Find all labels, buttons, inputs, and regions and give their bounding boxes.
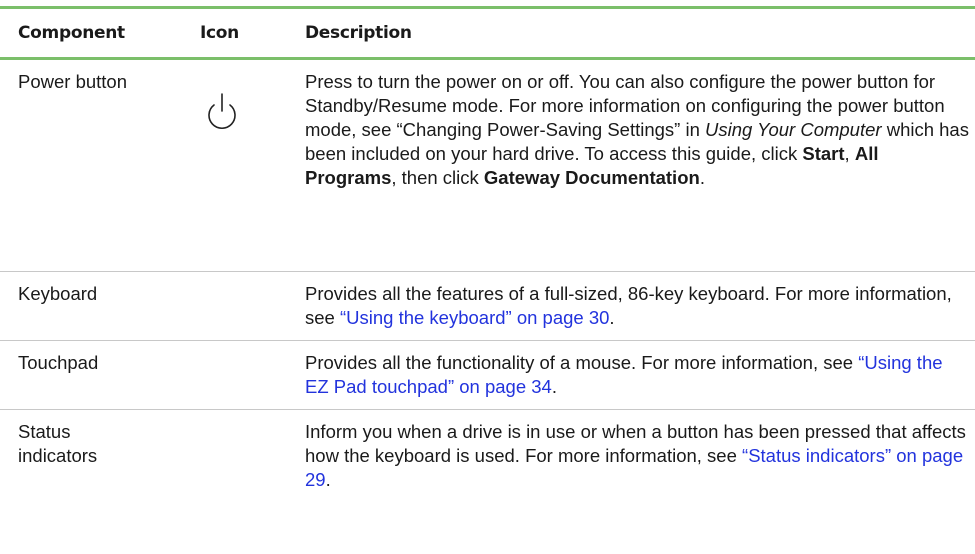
desc-text: . bbox=[699, 167, 705, 188]
desc-text: , bbox=[844, 143, 855, 164]
desc-text: . bbox=[325, 469, 331, 490]
keyboard-xref-link[interactable]: “Using the keyboard” on page 30 bbox=[340, 307, 609, 328]
component-name: Keyboard bbox=[18, 283, 98, 304]
guide-title: Using Your Computer bbox=[705, 119, 882, 140]
table-header: Component Icon Description bbox=[0, 9, 975, 60]
power-icon bbox=[200, 92, 244, 134]
start-label: Start bbox=[802, 143, 845, 164]
header-icon: Icon bbox=[200, 23, 239, 43]
desc-text: . bbox=[609, 307, 615, 328]
component-name: Status indicators bbox=[18, 421, 98, 466]
table-row-touchpad: Touchpad Provides all the functionality … bbox=[0, 341, 975, 410]
header-component: Component bbox=[18, 23, 125, 43]
header-description: Description bbox=[305, 23, 412, 43]
component-description: Provides all the features of a full-size… bbox=[305, 282, 970, 330]
component-description: Press to turn the power on or off. You c… bbox=[305, 70, 970, 190]
component-description: Inform you when a drive is in use or whe… bbox=[305, 420, 970, 492]
component-description: Provides all the functionality of a mous… bbox=[305, 351, 970, 399]
component-name: Power button bbox=[18, 71, 128, 92]
component-name: Touchpad bbox=[18, 352, 99, 373]
table-row-status-indicators: Status indicators Inform you when a driv… bbox=[0, 410, 975, 502]
desc-text: . bbox=[551, 376, 557, 397]
table-row-power-button: Power button Press to turn the power on … bbox=[0, 60, 975, 272]
gateway-documentation-label: Gateway Documentation bbox=[483, 167, 700, 188]
desc-text: , then click bbox=[391, 167, 484, 188]
desc-text: Provides all the functionality of a mous… bbox=[305, 352, 859, 373]
components-table: Component Icon Description Power button … bbox=[0, 6, 975, 502]
table-row-keyboard: Keyboard Provides all the features of a … bbox=[0, 272, 975, 341]
